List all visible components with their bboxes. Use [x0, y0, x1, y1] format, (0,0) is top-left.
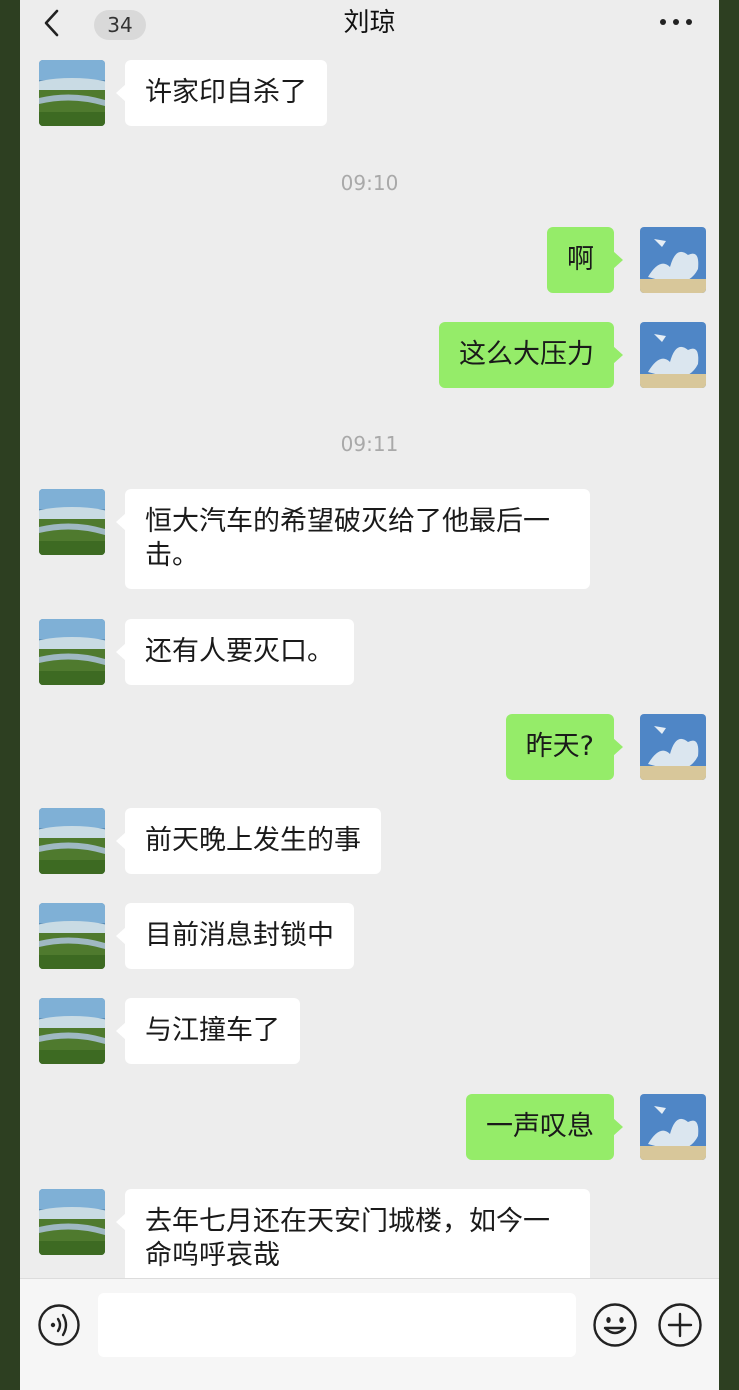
sky-avatar-image	[640, 322, 706, 388]
outgoing-message-bubble[interactable]: 这么大压力	[439, 322, 623, 388]
chat-title: 刘琼	[343, 8, 396, 38]
landscape-avatar-image	[39, 808, 105, 874]
landscape-avatar-image	[39, 489, 105, 555]
contact-avatar[interactable]	[39, 998, 105, 1064]
emoji-button[interactable]	[592, 1302, 638, 1348]
contact-avatar[interactable]	[39, 903, 105, 969]
landscape-avatar-image	[39, 60, 105, 126]
my-avatar[interactable]	[640, 714, 706, 780]
emoji-icon	[593, 1303, 637, 1347]
outgoing-message-bubble[interactable]: 一声叹息	[466, 1094, 623, 1160]
my-avatar[interactable]	[640, 322, 706, 388]
message-timestamp: 09:10	[340, 171, 399, 195]
more-options-button[interactable]	[656, 10, 696, 34]
contact-avatar[interactable]	[39, 60, 105, 126]
incoming-message-bubble[interactable]: 恒大汽车的希望破灭给了他最后一击。	[116, 489, 590, 589]
incoming-message-bubble[interactable]: 前天晚上发生的事	[116, 808, 381, 874]
more-dots-icon	[660, 19, 666, 25]
incoming-message-bubble[interactable]: 与江撞车了	[116, 998, 300, 1064]
landscape-avatar-image	[39, 998, 105, 1064]
sky-avatar-image	[640, 227, 706, 293]
landscape-avatar-image	[39, 903, 105, 969]
chat-input-bar	[20, 1278, 719, 1390]
voice-icon	[38, 1304, 80, 1346]
incoming-message-bubble[interactable]: 目前消息封锁中	[116, 903, 354, 969]
message-input[interactable]	[98, 1293, 576, 1357]
more-functions-button[interactable]	[657, 1302, 703, 1348]
chat-header: 34 刘琼	[20, 0, 719, 48]
chat-screen: 34 刘琼 许家印自杀了 09:10 啊 这么大压力 09:11 恒大汽车的希望…	[20, 0, 719, 1390]
plus-icon	[658, 1303, 702, 1347]
incoming-message-bubble[interactable]: 许家印自杀了	[116, 60, 327, 126]
outgoing-message-bubble[interactable]: 昨天?	[505, 714, 624, 780]
sky-avatar-image	[640, 714, 706, 780]
landscape-avatar-image	[39, 1189, 105, 1255]
outgoing-message-bubble[interactable]: 啊	[547, 227, 623, 293]
sky-avatar-image	[640, 1094, 706, 1160]
incoming-message-bubble[interactable]: 去年七月还在天安门城楼，如今一命呜呼哀哉	[116, 1189, 590, 1289]
contact-avatar[interactable]	[39, 808, 105, 874]
message-timestamp: 09:11	[340, 432, 399, 456]
incoming-message-bubble[interactable]: 还有人要灭口。	[116, 619, 354, 685]
landscape-avatar-image	[39, 619, 105, 685]
contact-avatar[interactable]	[39, 619, 105, 685]
my-avatar[interactable]	[640, 1094, 706, 1160]
voice-input-button[interactable]	[37, 1303, 81, 1347]
contact-avatar[interactable]	[39, 1189, 105, 1255]
my-avatar[interactable]	[640, 227, 706, 293]
contact-avatar[interactable]	[39, 489, 105, 555]
